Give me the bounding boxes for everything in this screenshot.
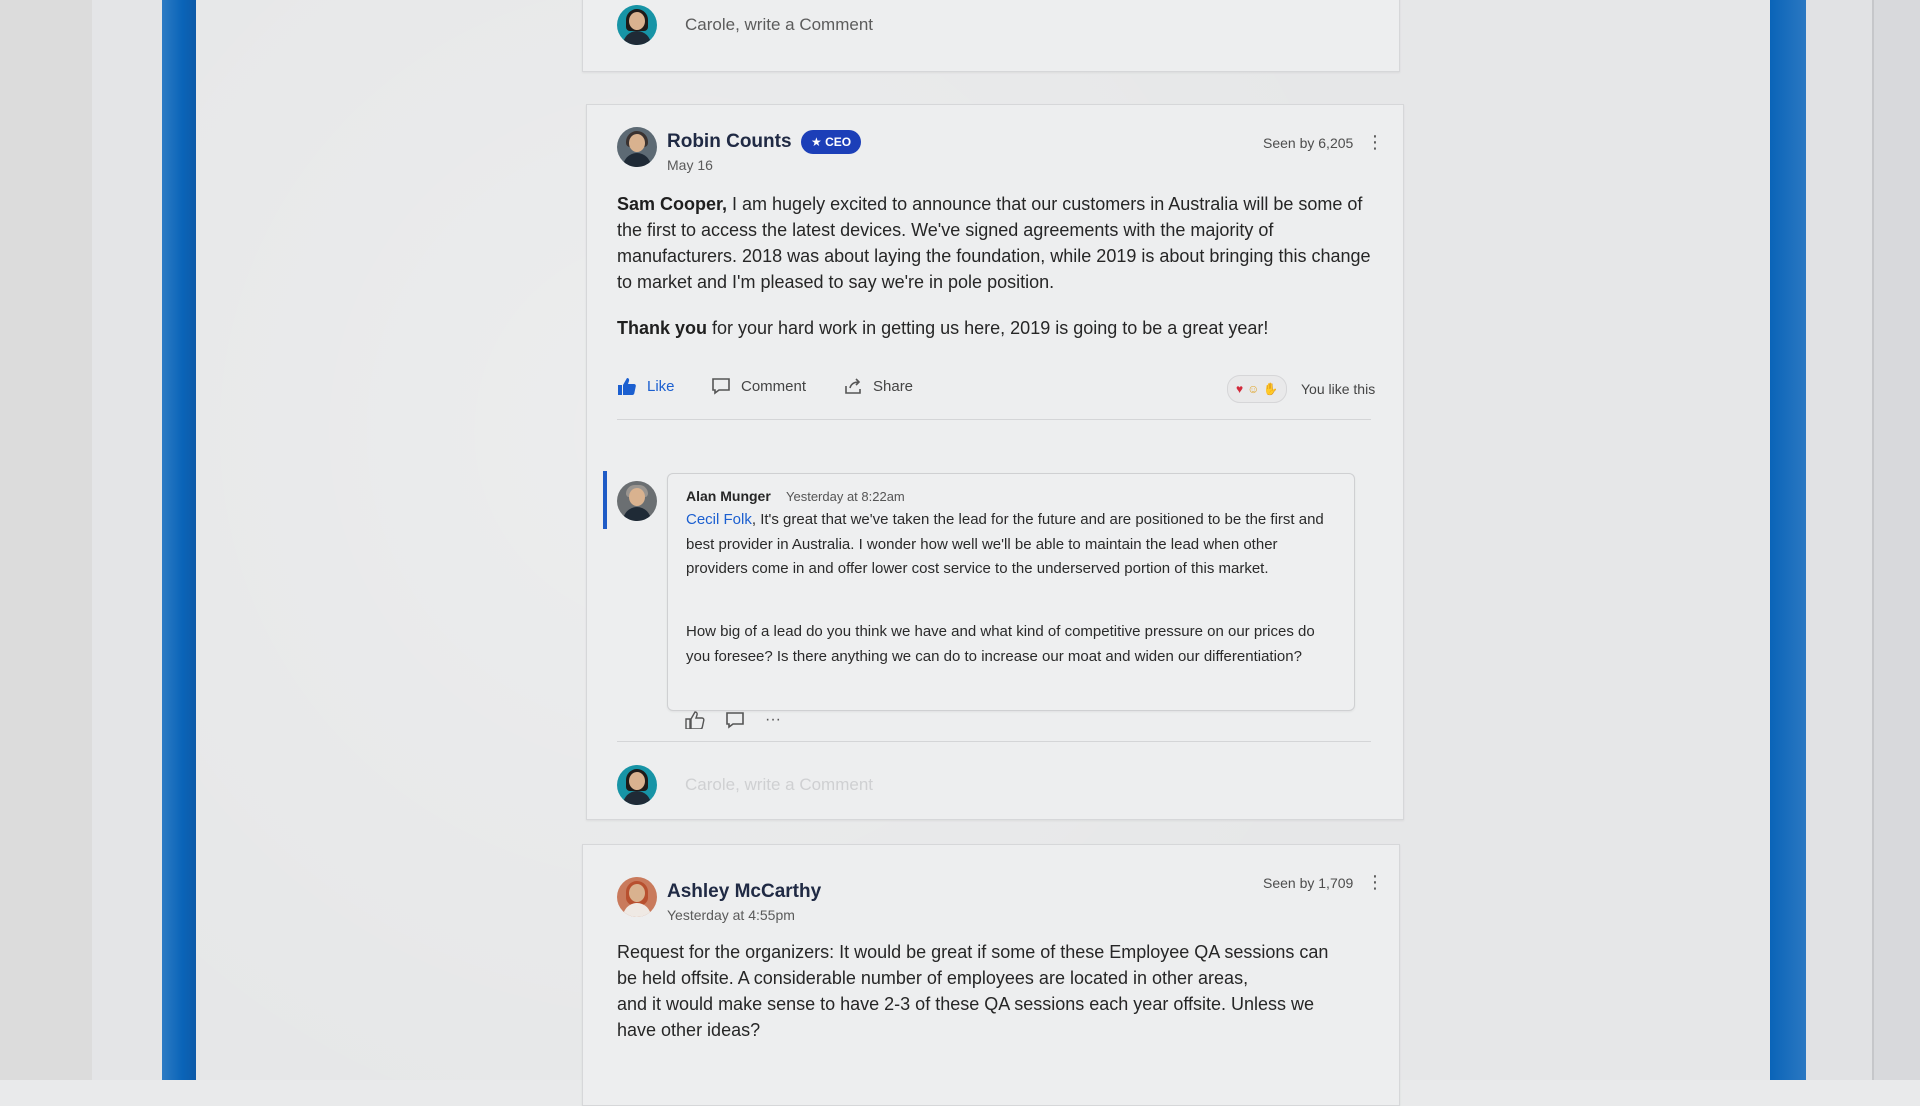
more-icon[interactable]: ··· — [765, 711, 781, 729]
comment-icon — [712, 378, 730, 395]
seen-count: Seen by 1,709 — [1263, 875, 1354, 891]
frame-left — [162, 0, 196, 1080]
like-label: Like — [647, 377, 675, 395]
post-line: be held offsite. A considerable number o… — [617, 968, 1249, 988]
share-button[interactable]: Share — [843, 377, 913, 395]
reaction-text: You like this — [1301, 381, 1376, 397]
reply-author[interactable]: Alan Munger — [686, 488, 771, 504]
reply-actions: ··· — [685, 711, 781, 729]
share-label: Share — [873, 377, 914, 395]
comment-input[interactable]: Carole, write a Comment — [685, 15, 873, 35]
post-line: Request for the organizers: It would be … — [617, 942, 1329, 962]
comment-icon[interactable] — [725, 711, 745, 729]
comment-label: Comment — [741, 377, 807, 395]
avatar[interactable] — [617, 877, 657, 917]
backdrop-right-strip — [1872, 0, 1920, 1080]
emphasis: Thank you — [617, 318, 708, 338]
reply-time: Yesterday at 8:22am — [786, 489, 905, 504]
post-line: have other ideas? — [617, 1020, 761, 1040]
like-button[interactable]: Like — [617, 377, 675, 395]
post-text: Request for the organizers: It would be … — [617, 939, 1387, 1043]
more-icon[interactable] — [1366, 873, 1384, 891]
post-card: Ashley McCarthy Yesterday at 4:55pm Seen… — [582, 844, 1400, 1106]
clap-icon: ✋ — [1263, 382, 1279, 396]
author-name[interactable]: Robin Counts — [667, 131, 792, 153]
avatar[interactable] — [617, 127, 657, 167]
paragraph: I am hugely excited to announce that our… — [617, 194, 1371, 292]
heart-icon: ♥ — [1236, 382, 1244, 396]
like-icon[interactable] — [685, 711, 705, 729]
post-date: May 16 — [667, 157, 713, 173]
paragraph: for your hard work in getting us here, 2… — [707, 318, 1269, 338]
reaction-summary[interactable]: ♥ ☺ ✋ — [1227, 375, 1288, 403]
backdrop-left-edge — [92, 0, 162, 1080]
share-icon — [845, 378, 861, 394]
reply-text: Cecil Folk, It's great that we've taken … — [686, 508, 1336, 582]
mention[interactable]: Sam Cooper, — [617, 194, 727, 214]
post-text: Sam Cooper, I am hugely excited to annou… — [617, 191, 1381, 295]
comment-input[interactable]: Carole, write a Comment — [685, 775, 873, 795]
post-card: Robin Counts ★ CEO May 16 Seen by 6,205 … — [586, 104, 1404, 820]
post-line: and it would make sense to have 2-3 of t… — [617, 994, 1315, 1014]
reply-bubble: Alan Munger Yesterday at 8:22am Cecil Fo… — [667, 473, 1355, 711]
divider — [617, 419, 1371, 420]
seen-count: Seen by 6,205 — [1263, 135, 1354, 151]
like-icon — [618, 378, 636, 395]
reply-indicator — [603, 471, 607, 529]
backdrop-left — [0, 0, 92, 1080]
avatar — [617, 765, 657, 805]
author-name[interactable]: Ashley McCarthy — [667, 881, 821, 903]
more-icon[interactable] — [1366, 133, 1384, 151]
mention-link[interactable]: Cecil Folk — [686, 511, 752, 528]
comment-button[interactable]: Comment — [711, 377, 806, 395]
avatar[interactable] — [617, 481, 657, 521]
divider — [617, 741, 1371, 742]
reply-text-2: How big of a lead do you think we have a… — [686, 623, 1315, 665]
post-date: Yesterday at 4:55pm — [667, 907, 795, 923]
smile-icon: ☺ — [1247, 382, 1260, 396]
avatar — [617, 5, 657, 45]
frame-right — [1770, 0, 1806, 1080]
reply-paragraph: , It's great that we've taken the lead f… — [686, 511, 1324, 577]
previous-post-card: Carole, write a Comment — [582, 0, 1400, 72]
post-text-2: Thank you for your hard work in getting … — [617, 315, 1381, 341]
role-badge: ★ CEO — [801, 130, 862, 154]
